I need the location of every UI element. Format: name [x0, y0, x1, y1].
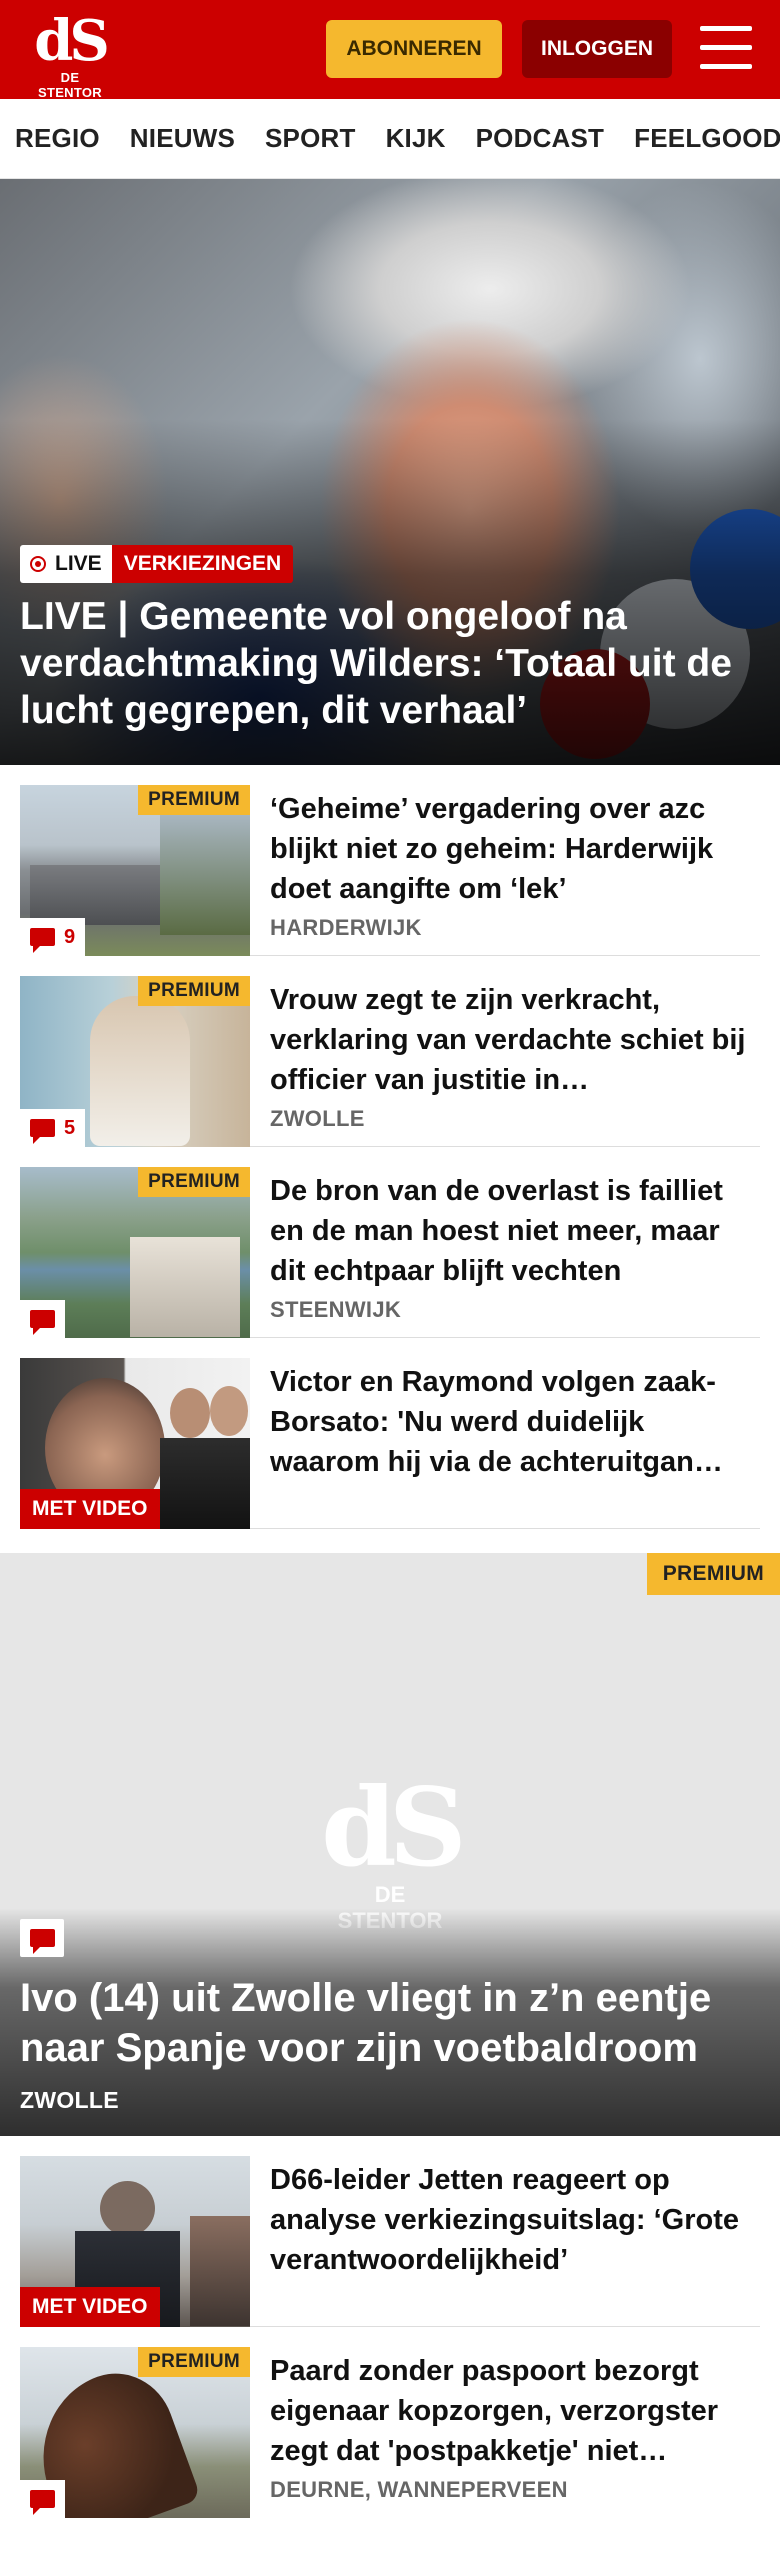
list-item[interactable]: PREMIUM De bron van de overlast is faill…	[20, 1147, 760, 1338]
list-item[interactable]: PREMIUM Paard zonder paspoort bezorgt ei…	[20, 2327, 760, 2518]
thumbnail-detail	[130, 1237, 240, 1337]
article-thumbnail: MET VIDEO	[20, 2156, 250, 2327]
feature-headline[interactable]: Ivo (14) uit Zwolle vliegt in z’n eentje…	[20, 1973, 760, 2073]
nav-item-feelgood[interactable]: FEELGOOD	[634, 123, 780, 154]
article-title[interactable]: D66-leider Jetten reageert op analyse ve…	[270, 2160, 760, 2280]
article-title[interactable]: ‘Geheime’ vergadering over azc blijkt ni…	[270, 789, 760, 909]
site-logo[interactable]: dS DE STENTOR	[28, 8, 112, 100]
comment-icon	[30, 928, 55, 953]
logo-mark: dS	[321, 1765, 467, 1891]
section-badge: VERKIEZINGEN	[111, 545, 294, 583]
live-dot-icon	[30, 556, 46, 572]
article-title[interactable]: Victor en Raymond volgen zaak-Borsato: '…	[270, 1362, 760, 1482]
comment-icon	[30, 1310, 55, 1335]
thumbnail-detail	[190, 2216, 250, 2326]
article-title[interactable]: Vrouw zegt te zijn verkracht, verklaring…	[270, 980, 760, 1100]
thumbnail-detail	[90, 996, 190, 1146]
thumbnail-detail	[160, 815, 250, 935]
placeholder-logo: dS DE STENTOR	[320, 1765, 467, 1933]
live-badge: LIVE	[20, 545, 112, 583]
feature-location: ZWOLLE	[20, 2087, 119, 2113]
video-badge: MET VIDEO	[20, 1489, 160, 1529]
feature-article[interactable]: PREMIUM dS DE STENTOR Ivo (14) uit Zwoll…	[0, 1553, 780, 2136]
list-item[interactable]: PREMIUM 5 Vrouw zegt te zijn verkracht, …	[20, 956, 760, 1147]
comment-icon	[30, 1119, 55, 1144]
thumbnail-detail	[100, 2181, 155, 2236]
top-header: dS DE STENTOR ABONNEREN INLOGGEN	[0, 0, 780, 100]
list-item[interactable]: MET VIDEO Victor en Raymond volgen zaak-…	[20, 1338, 760, 1529]
list-item[interactable]: PREMIUM 9 ‘Geheime’ vergadering over azc…	[20, 765, 760, 956]
nav-item-regio[interactable]: REGIO	[15, 123, 100, 154]
thumbnail-detail	[30, 865, 160, 925]
article-thumbnail: PREMIUM 9	[20, 785, 250, 956]
nav-item-sport[interactable]: SPORT	[265, 123, 356, 154]
thumbnail-detail	[170, 1388, 210, 1438]
premium-badge: PREMIUM	[138, 976, 250, 1006]
article-thumbnail: PREMIUM	[20, 1167, 250, 1338]
hamburger-menu-icon[interactable]	[700, 26, 752, 70]
hero-headline[interactable]: LIVE | Gemeente vol ongeloof na verdacht…	[20, 593, 760, 734]
premium-badge: PREMIUM	[646, 1553, 780, 1595]
hero-tags: LIVE VERKIEZINGEN	[20, 545, 294, 583]
comment-icon	[30, 2490, 55, 2515]
comment-count-badge[interactable]	[20, 1919, 64, 1957]
premium-badge: PREMIUM	[138, 785, 250, 815]
section-nav: REGIO NIEUWS SPORT KIJK PODCAST FEELGOOD	[0, 99, 780, 179]
comment-count: 9	[64, 925, 76, 948]
article-location: ZWOLLE	[270, 1106, 365, 1131]
thumbnail-detail	[160, 1438, 250, 1529]
subscribe-button[interactable]: ABONNEREN	[326, 20, 502, 78]
nav-item-kijk[interactable]: KIJK	[386, 123, 446, 154]
article-thumbnail: MET VIDEO	[20, 1358, 250, 1529]
nav-item-podcast[interactable]: PODCAST	[476, 123, 605, 154]
login-button[interactable]: INLOGGEN	[522, 20, 672, 78]
article-thumbnail: PREMIUM 5	[20, 976, 250, 1147]
comment-count-badge[interactable]	[20, 1300, 65, 1338]
comment-count-badge[interactable]	[20, 2480, 65, 2518]
article-location: HARDERWIJK	[270, 915, 422, 940]
comment-icon	[29, 1929, 55, 1954]
video-badge: MET VIDEO	[20, 2287, 160, 2327]
logo-mark: dS	[34, 8, 110, 74]
comment-count: 5	[64, 1116, 76, 1139]
article-thumbnail: PREMIUM	[20, 2347, 250, 2518]
premium-badge: PREMIUM	[138, 1167, 250, 1197]
article-title[interactable]: Paard zonder paspoort bezorgt eigenaar k…	[270, 2351, 760, 2471]
comment-count-badge[interactable]: 9	[20, 918, 86, 956]
premium-badge: PREMIUM	[138, 2347, 250, 2377]
comment-count-badge[interactable]: 5	[20, 1109, 86, 1147]
hero-article[interactable]: LIVE VERKIEZINGEN LIVE | Gemeente vol on…	[0, 179, 780, 765]
article-location: STEENWIJK	[270, 1297, 402, 1322]
logo-text: DE STENTOR	[38, 70, 102, 100]
live-label: LIVE	[55, 552, 102, 575]
nav-item-nieuws[interactable]: NIEUWS	[130, 123, 235, 154]
article-title[interactable]: De bron van de overlast is failliet en d…	[270, 1171, 760, 1291]
thumbnail-detail	[210, 1386, 248, 1436]
list-item[interactable]: MET VIDEO D66-leider Jetten reageert op …	[20, 2136, 760, 2327]
article-location: DEURNE, WANNEPERVEEN	[270, 2477, 568, 2502]
